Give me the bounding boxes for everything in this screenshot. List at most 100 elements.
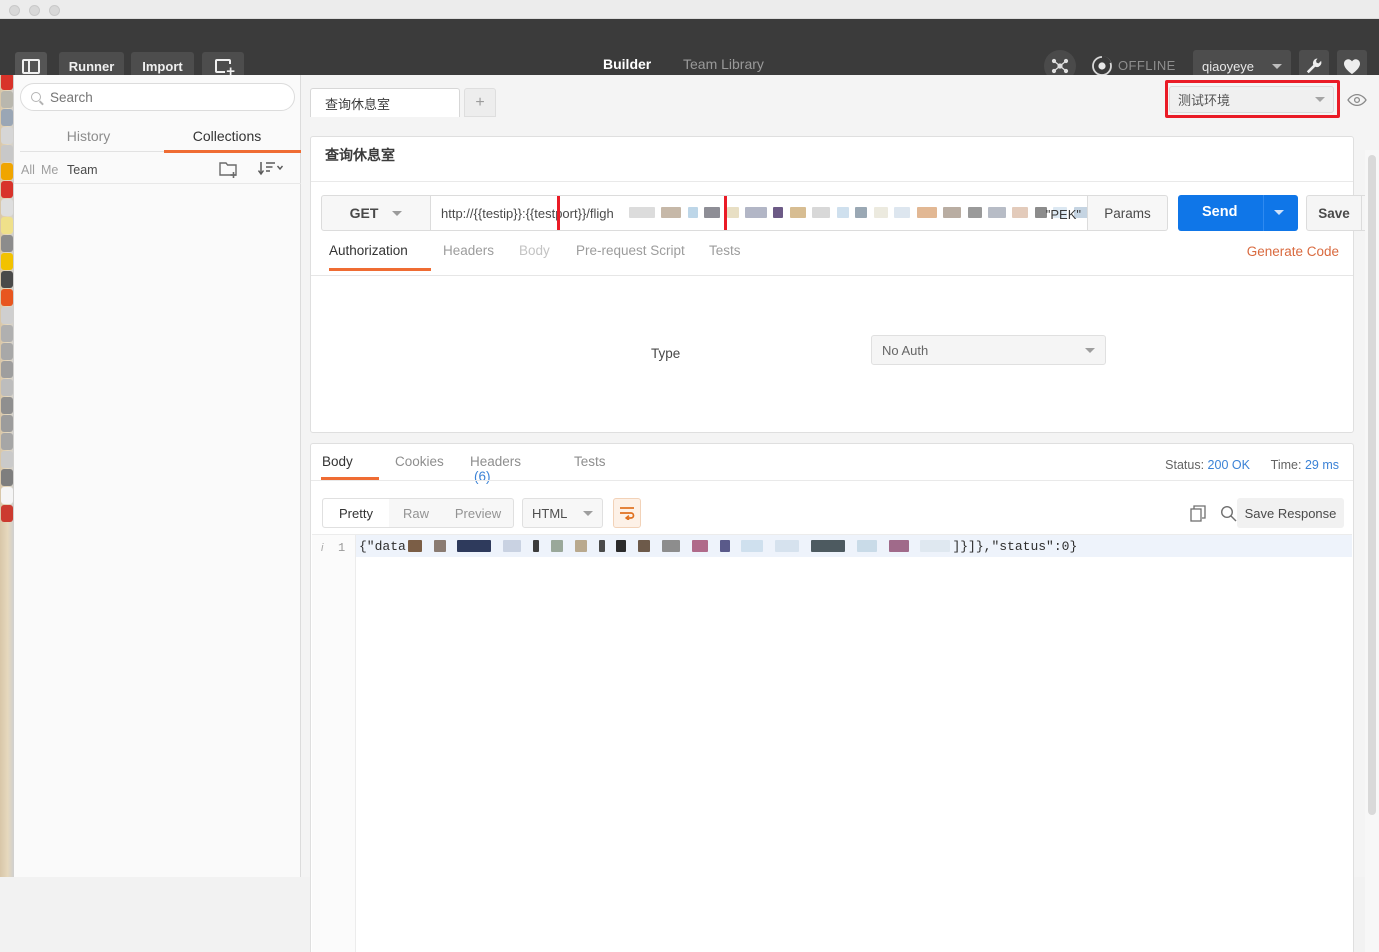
params-button[interactable]: Params (1088, 195, 1168, 231)
request-title-separator (311, 181, 1353, 182)
request-tab-headers[interactable]: Headers (443, 243, 494, 258)
send-button-divider (1263, 195, 1264, 231)
window-titlebar (0, 0, 1379, 19)
environment-value: 测试环境 (1178, 90, 1315, 109)
chevron-down-icon (583, 511, 593, 516)
save-response-button[interactable]: Save Response (1237, 498, 1344, 528)
request-subtabs-divider (311, 275, 1353, 276)
auth-type-value: No Auth (882, 343, 928, 358)
url-text: http://{{testip}}:{{testport}}/fligh (441, 206, 614, 221)
copy-icon (1190, 505, 1207, 522)
response-body-editor[interactable]: i 1 {"data (312, 534, 1352, 951)
save-button[interactable]: Save (1306, 195, 1362, 231)
response-status-bar: Status: 200 OK Time: 29 ms (1165, 458, 1339, 472)
wrap-lines-icon (619, 506, 635, 520)
tab-team-library[interactable]: Team Library (683, 56, 764, 72)
runner-label: Runner (69, 59, 115, 74)
response-format-selector[interactable]: HTML (522, 498, 603, 528)
environment-selector[interactable]: 测试环境 (1169, 86, 1334, 113)
sidebar-active-tab-indicator (164, 150, 312, 153)
response-tabs-divider (311, 480, 1353, 481)
response-panel: Body Cookies Headers (6) Tests Status: 2… (310, 443, 1354, 952)
response-tab-tests[interactable]: Tests (574, 454, 606, 469)
request-panel: 查询休息室 GET http://{{testip}}:{{testport}}… (310, 136, 1354, 433)
offline-status-label: OFFLINE (1118, 58, 1176, 73)
add-request-tab-button[interactable]: + (464, 88, 496, 117)
wrap-lines-button[interactable] (613, 498, 641, 528)
request-subtabs: Authorization Headers Body Pre-request S… (321, 243, 1345, 275)
request-tab-tests[interactable]: Tests (709, 243, 741, 258)
tab-team-library-label: Team Library (683, 56, 764, 72)
request-tab-label: 查询休息室 (325, 94, 390, 113)
generate-code-link[interactable]: Generate Code (1247, 244, 1339, 259)
new-folder-icon (218, 159, 240, 179)
search-box[interactable] (20, 83, 295, 111)
url-row: GET http://{{testip}}:{{testport}}/fligh (321, 195, 1345, 231)
search-icon (31, 92, 41, 102)
response-body-line[interactable]: {"data (356, 535, 1352, 557)
sort-button[interactable] (258, 160, 284, 181)
time-value: 29 ms (1305, 458, 1339, 472)
request-tab[interactable]: 查询休息室 (310, 88, 460, 117)
search-icon (1220, 505, 1237, 522)
chevron-down-icon[interactable] (1274, 210, 1284, 215)
params-label: Params (1104, 206, 1151, 221)
plus-icon: + (475, 94, 484, 112)
sidebar-list-divider (14, 183, 301, 184)
user-name-label: qiaoyeye (1202, 59, 1272, 74)
view-mode-preview[interactable]: Preview (443, 499, 513, 527)
copy-response-button[interactable] (1190, 505, 1207, 527)
window-maximize-button[interactable] (49, 5, 60, 16)
sidebar-filter-team[interactable]: Team (67, 163, 98, 177)
sidebar-tab-history[interactable]: History (20, 121, 157, 151)
sidebar-tab-collections[interactable]: Collections (157, 121, 297, 151)
view-mode-pretty[interactable]: Pretty (323, 499, 389, 527)
status-label: Status: (1165, 458, 1204, 472)
send-button[interactable]: Send (1178, 195, 1298, 231)
response-tab-body[interactable]: Body (322, 454, 353, 469)
auth-type-selector[interactable]: No Auth (871, 335, 1106, 365)
app-toolbar: Runner Import Builder Team Library (0, 19, 1379, 75)
response-headers-count: (6) (474, 469, 491, 484)
request-tab-prerequest-script[interactable]: Pre-request Script (576, 243, 685, 258)
response-format-value: HTML (532, 506, 567, 521)
vertical-scrollbar[interactable] (1368, 155, 1376, 815)
view-mode-raw[interactable]: Raw (389, 499, 443, 527)
search-response-button[interactable] (1220, 505, 1237, 527)
response-toolbar: Pretty Raw Preview HTML (311, 492, 1353, 534)
environment-quick-look-button[interactable] (1343, 87, 1371, 113)
window-close-button[interactable] (9, 5, 20, 16)
search-input[interactable] (50, 90, 280, 105)
response-body-redacted (406, 539, 953, 554)
request-subtab-indicator (329, 268, 431, 271)
response-tab-cookies[interactable]: Cookies (395, 454, 444, 469)
tab-builder-label: Builder (603, 56, 651, 72)
request-tabstrip: 查询休息室 + 测试环境 (301, 75, 1379, 117)
request-title: 查询休息室 (325, 145, 395, 165)
response-tab-headers-label: Headers (470, 454, 521, 469)
sidebar-tab-history-label: History (67, 128, 111, 144)
request-tab-body[interactable]: Body (519, 243, 550, 258)
auth-type-label: Type (651, 346, 680, 361)
chevron-down-icon (392, 211, 402, 216)
url-tail-text: "PEK" (1046, 207, 1081, 222)
postman-window: Runner Import Builder Team Library (0, 0, 1379, 877)
tab-builder[interactable]: Builder (603, 56, 651, 72)
wrench-icon (1305, 57, 1323, 75)
save-label: Save (1318, 206, 1350, 221)
url-redacted-region (628, 204, 1088, 222)
window-minimize-button[interactable] (29, 5, 40, 16)
new-folder-button[interactable] (218, 159, 240, 179)
time-label: Time: (1271, 458, 1302, 472)
http-method-selector[interactable]: GET (321, 195, 431, 231)
sidebar-filter-all[interactable]: All (21, 163, 35, 177)
response-body-prefix: {"data (359, 539, 406, 554)
url-input[interactable]: http://{{testip}}:{{testport}}/fligh (431, 195, 1088, 231)
sidebar-filter-me[interactable]: Me (41, 163, 58, 177)
eye-icon (1347, 93, 1367, 107)
request-tab-authorization[interactable]: Authorization (329, 243, 408, 258)
http-method-label: GET (350, 205, 379, 221)
info-icon: i (321, 542, 323, 554)
status-badge: 200 OK (1208, 458, 1250, 472)
send-label: Send (1202, 204, 1237, 220)
